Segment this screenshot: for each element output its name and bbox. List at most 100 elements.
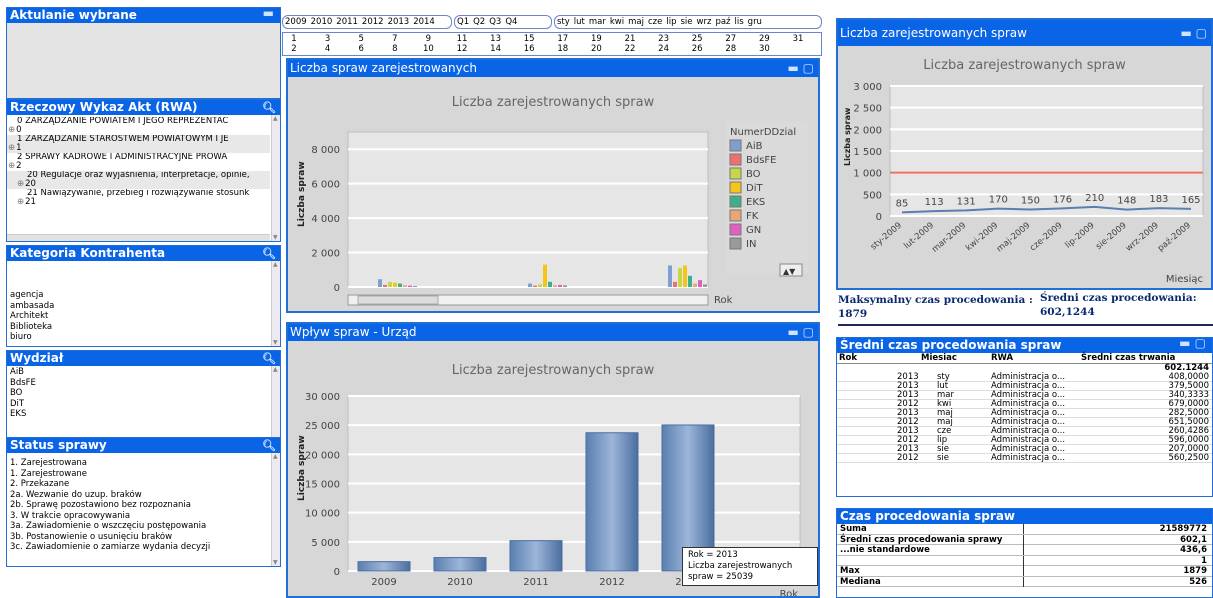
quarter-option[interactable]: Q1 — [455, 16, 471, 28]
day-option[interactable]: 19 — [587, 35, 605, 44]
list-item[interactable]: 2b. Sprawę pozostawiono bez rozpoznania — [7, 500, 270, 511]
list-item[interactable]: BdsFE — [7, 378, 270, 389]
tree-item-code[interactable]: 21 — [7, 198, 270, 207]
minimize-icon[interactable]: ▬ ▢ — [1179, 338, 1206, 351]
quarter-option[interactable]: Q2 — [471, 16, 487, 28]
list-item[interactable]: agencja — [7, 290, 270, 301]
list-item[interactable]: 1. Zarejestrowane — [7, 469, 270, 480]
quarter-option[interactable]: Q3 — [487, 16, 503, 28]
tree-item[interactable]: 20 Regulacje oraz wyjaśnienia, interpret… — [7, 171, 270, 189]
column-header[interactable]: RWA — [991, 353, 1013, 364]
day-option[interactable]: 16 — [520, 45, 538, 54]
tree-item-code[interactable]: 0 — [7, 126, 270, 135]
day-option[interactable]: 20 — [587, 45, 605, 54]
table-row[interactable]: 2012 sie Administracja o... 560,2500 — [837, 454, 1212, 463]
column-header[interactable]: Rok — [839, 353, 857, 364]
rwa-scrollbar[interactable] — [271, 115, 280, 241]
kategoria-listbox[interactable]: Kategoria Kontrahenta 🔍︎ agencja ambasad… — [6, 245, 281, 347]
month-option[interactable]: sie — [678, 16, 694, 28]
day-option[interactable]: 24 — [655, 45, 673, 54]
search-icon[interactable]: 🔍︎ — [262, 351, 276, 366]
day-option[interactable]: 4 — [319, 45, 337, 54]
year-option[interactable]: 2012 — [360, 16, 386, 28]
tree-item[interactable]: 2 SPRAWY KADROWE I ADMINISTRACYJNE PROWA… — [7, 153, 270, 171]
minimize-icon[interactable]: ▬ — [263, 8, 274, 21]
day-option[interactable]: 28 — [722, 45, 740, 54]
rwa-listbox[interactable]: Rzeczowy Wykaz Akt (RWA) 🔍︎ 0 ZARZĄDZANI… — [6, 99, 281, 242]
month-option[interactable]: wrz — [695, 16, 714, 28]
month-option[interactable]: maj — [626, 16, 646, 28]
search-icon[interactable]: 🔍︎ — [262, 100, 276, 115]
wydzial-list[interactable]: AiB BdsFE BO DiT EKS — [7, 367, 270, 420]
day-option[interactable]: 21 — [621, 35, 639, 44]
day-option[interactable]: 25 — [688, 35, 706, 44]
day-option[interactable]: 8 — [386, 45, 404, 54]
day-filter[interactable]: 1 3 5 7 9 11 13 15 17 19 21 23 25 27 29 31 2 4 6 8 10 12 14 16 1… — [282, 32, 822, 56]
day-option[interactable]: 1 — [285, 35, 303, 44]
day-option[interactable]: 11 — [453, 35, 471, 44]
day-option[interactable]: 27 — [722, 35, 740, 44]
kategoria-list[interactable]: agencja ambasada Architekt Biblioteka bi… — [7, 290, 270, 343]
sredni-czas-table[interactable]: Średni czas procedowania spraw ▬ ▢ Rok M… — [836, 337, 1213, 497]
day-option[interactable]: 31 — [789, 35, 807, 44]
list-item[interactable]: 2a. Wezwanie do uzup. braków — [7, 490, 270, 501]
day-option[interactable]: 17 — [554, 35, 572, 44]
status-list[interactable]: 1. Zarejestrowana 1. Zarejestrowane 2. P… — [7, 458, 270, 553]
day-option[interactable]: 18 — [554, 45, 572, 54]
month-option[interactable]: lis — [733, 16, 746, 28]
tree-item-code[interactable]: 2 — [7, 162, 270, 171]
list-item[interactable]: 3. W trakcie opracowywania — [7, 511, 270, 522]
day-option[interactable]: 7 — [386, 35, 404, 44]
month-option[interactable]: lut — [572, 16, 587, 28]
day-option[interactable]: 12 — [453, 45, 471, 54]
list-item[interactable]: 1. Zarejestrowana — [7, 458, 270, 469]
rwa-hscrollbar[interactable] — [7, 234, 270, 241]
day-option[interactable]: 10 — [419, 45, 437, 54]
kategoria-scrollbar[interactable] — [271, 261, 280, 346]
day-option[interactable]: 5 — [352, 35, 370, 44]
list-item[interactable]: biuro — [7, 332, 270, 343]
quarter-filter[interactable]: Q1 Q2 Q3 Q4 — [454, 15, 552, 29]
year-option[interactable]: 2013 — [386, 16, 412, 28]
month-option[interactable]: lip — [664, 16, 678, 28]
status-scrollbar[interactable] — [271, 453, 280, 566]
month-option[interactable]: sty — [555, 16, 572, 28]
minimize-icon[interactable]: ▬ ▢ — [788, 60, 815, 77]
day-option[interactable]: 26 — [688, 45, 706, 54]
day-option[interactable]: 23 — [655, 35, 673, 44]
list-item[interactable]: Architekt — [7, 311, 270, 322]
day-option[interactable]: 6 — [352, 45, 370, 54]
year-option[interactable]: 2010 — [309, 16, 335, 28]
day-option[interactable]: 22 — [621, 45, 639, 54]
column-header[interactable]: Średni czas trwania — [1081, 353, 1175, 364]
list-item[interactable]: EKS — [7, 409, 270, 420]
month-option[interactable]: gru — [746, 16, 764, 28]
year-option[interactable]: 2011 — [334, 16, 360, 28]
status-listbox[interactable]: Status sprawy 🔍︎ 1. Zarejestrowana 1. Za… — [6, 437, 281, 567]
quarter-option[interactable]: Q4 — [503, 16, 519, 28]
minimize-icon[interactable]: ▬ ▢ — [1181, 20, 1208, 46]
list-item[interactable]: 3a. Zawiadomienie o wszczęciu postępowan… — [7, 521, 270, 532]
list-item[interactable]: AiB — [7, 367, 270, 378]
list-item[interactable]: Biblioteka — [7, 322, 270, 333]
tree-item-code[interactable]: 1 — [7, 144, 270, 153]
list-item[interactable]: 2. Przekazane — [7, 479, 270, 490]
day-option[interactable]: 3 — [319, 35, 337, 44]
minimize-icon[interactable]: ▬ ▢ — [788, 324, 815, 341]
month-option[interactable]: mar — [587, 16, 608, 28]
day-option[interactable]: 30 — [755, 45, 773, 54]
list-item[interactable]: DiT — [7, 399, 270, 410]
tree-item-code[interactable]: 20 — [7, 180, 270, 189]
tree-item[interactable]: 0 ZARZĄDZANIE POWIATEM I JEGO REPREZENTA… — [7, 117, 270, 135]
tree-item[interactable]: 1 ZARZĄDZANIE STAROSTWEM POWIATOWYM I JE… — [7, 135, 270, 153]
column-header[interactable]: Miesiac — [921, 353, 957, 364]
month-option[interactable]: paź — [713, 16, 732, 28]
tree-item[interactable]: 21 Nawiązywanie, przebieg i rozwiązywani… — [7, 189, 270, 207]
day-option[interactable]: 13 — [487, 35, 505, 44]
rwa-tree[interactable]: 0 ZARZĄDZANIE POWIATEM I JEGO REPREZENTA… — [7, 117, 270, 207]
year-option[interactable]: 2014 — [411, 16, 437, 28]
list-item[interactable]: BO — [7, 388, 270, 399]
search-icon[interactable]: 🔍︎ — [262, 438, 276, 453]
list-item[interactable]: 3c. Zawiadomienie o zamiarze wydania dec… — [7, 542, 270, 553]
day-option[interactable]: 14 — [487, 45, 505, 54]
